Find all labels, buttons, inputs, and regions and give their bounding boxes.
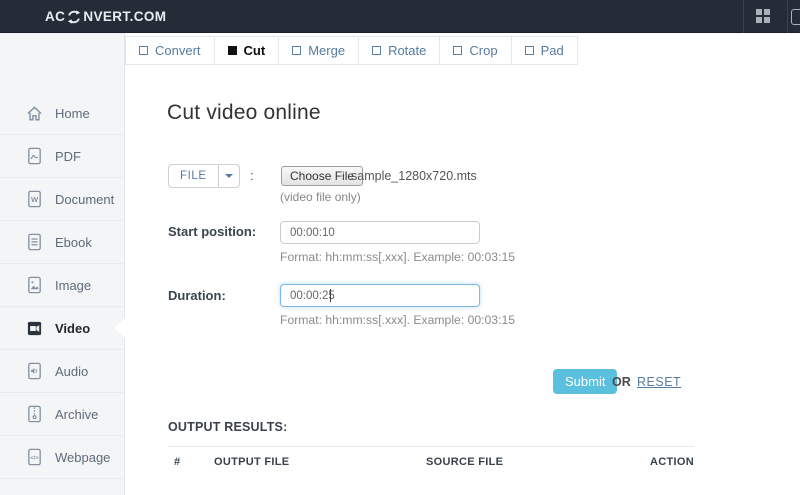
logo-text-prefix: AC <box>45 9 65 24</box>
sidebar: Home PDF W Document Ebook Image <box>0 33 125 495</box>
sidebar-item-label: Ebook <box>55 235 92 250</box>
sidebar-item-audio[interactable]: Audio <box>0 350 124 393</box>
convert-arrows-icon <box>65 9 83 25</box>
tab-crop[interactable]: Crop <box>439 37 510 64</box>
tab-label: Crop <box>469 38 497 64</box>
sidebar-item-pdf[interactable]: PDF <box>0 135 124 178</box>
sidebar-item-ebook[interactable]: Ebook <box>0 221 124 264</box>
webpage-file-icon: </> <box>26 448 43 466</box>
selected-file-name: sample_1280x720.mts <box>351 169 477 183</box>
sidebar-item-label: PDF <box>55 149 81 164</box>
start-position-label: Start position: <box>168 224 256 239</box>
column-header-number: # <box>168 456 214 468</box>
chevron-down-icon <box>225 174 233 178</box>
apps-grid-icon[interactable] <box>756 9 771 24</box>
tab-merge[interactable]: Merge <box>278 37 358 64</box>
ebook-file-icon <box>26 233 43 251</box>
sidebar-item-home[interactable]: Home <box>0 92 124 135</box>
file-type-dropdown[interactable]: FILE <box>168 164 240 188</box>
output-results-heading: OUTPUT RESULTS: <box>168 420 287 434</box>
page-title: Cut video online <box>167 101 321 125</box>
audio-file-icon <box>26 362 43 380</box>
file-type-label: FILE <box>169 165 218 187</box>
dropdown-caret[interactable] <box>218 165 239 187</box>
tab-label: Rotate <box>388 38 426 64</box>
checkbox-icon <box>292 46 301 55</box>
duration-label: Duration: <box>168 288 226 303</box>
active-item-pointer <box>114 317 126 339</box>
video-icon <box>26 320 43 337</box>
start-position-hint: Format: hh:mm:ss[.xxx]. Example: 00:03:1… <box>280 250 515 264</box>
reset-link[interactable]: RESET <box>637 375 681 389</box>
sidebar-item-label: Home <box>55 106 90 121</box>
column-header-action: ACTION <box>644 456 694 468</box>
aconvert-page: AC NVERT.COM Home <box>0 0 800 495</box>
tab-cut[interactable]: Cut <box>214 37 279 64</box>
sidebar-item-video[interactable]: Video <box>0 307 124 350</box>
tab-label: Cut <box>244 38 266 64</box>
header-divider <box>787 0 788 33</box>
checkbox-icon <box>525 46 534 55</box>
duration-input[interactable] <box>280 284 480 307</box>
sidebar-item-label: Video <box>55 321 90 336</box>
tab-label: Pad <box>541 38 564 64</box>
sidebar-item-webpage[interactable]: </> Webpage <box>0 436 124 479</box>
sidebar-item-archive[interactable]: Archive <box>0 393 124 436</box>
sidebar-item-image[interactable]: Image <box>0 264 124 307</box>
text-cursor <box>330 289 331 302</box>
tool-tabs: Convert Cut Merge Rotate Crop Pad <box>125 36 578 65</box>
archive-file-icon <box>26 405 43 423</box>
tab-pad[interactable]: Pad <box>511 37 577 64</box>
sidebar-item-label: Image <box>55 278 91 293</box>
tab-label: Merge <box>308 38 345 64</box>
sidebar-item-label: Audio <box>55 364 88 379</box>
word-document-icon: W <box>26 190 43 208</box>
top-header: AC NVERT.COM <box>0 0 800 33</box>
logo-text-suffix: NVERT.COM <box>83 9 166 24</box>
checkbox-icon <box>228 46 237 55</box>
checkbox-icon <box>139 46 148 55</box>
sidebar-item-label: Webpage <box>55 450 110 465</box>
submit-button[interactable]: Submit <box>553 369 617 394</box>
sidebar-item-document[interactable]: W Document <box>0 178 124 221</box>
tab-rotate[interactable]: Rotate <box>358 37 439 64</box>
sidebar-item-label: Document <box>55 192 114 207</box>
mobile-device-icon[interactable] <box>791 9 800 25</box>
separator-colon: : <box>250 168 254 183</box>
output-results-table: # OUTPUT FILE SOURCE FILE ACTION <box>168 446 694 468</box>
start-position-input[interactable] <box>280 221 480 244</box>
checkbox-icon <box>453 46 462 55</box>
or-label: OR <box>612 375 631 389</box>
tab-convert[interactable]: Convert <box>126 37 214 64</box>
image-file-icon <box>26 276 43 294</box>
file-type-note: (video file only) <box>280 190 361 204</box>
header-divider <box>743 0 744 33</box>
home-icon <box>26 105 43 122</box>
logo[interactable]: AC NVERT.COM <box>45 0 166 33</box>
svg-text:W: W <box>31 195 39 204</box>
pdf-file-icon <box>26 147 43 165</box>
table-header-row: # OUTPUT FILE SOURCE FILE ACTION <box>168 447 694 468</box>
checkbox-icon <box>372 46 381 55</box>
column-header-source-file: SOURCE FILE <box>426 456 644 468</box>
svg-text:</>: </> <box>30 455 39 461</box>
column-header-output-file: OUTPUT FILE <box>214 456 426 468</box>
sidebar-item-label: Archive <box>55 407 98 422</box>
duration-hint: Format: hh:mm:ss[.xxx]. Example: 00:03:1… <box>280 313 515 327</box>
tab-label: Convert <box>155 38 201 64</box>
